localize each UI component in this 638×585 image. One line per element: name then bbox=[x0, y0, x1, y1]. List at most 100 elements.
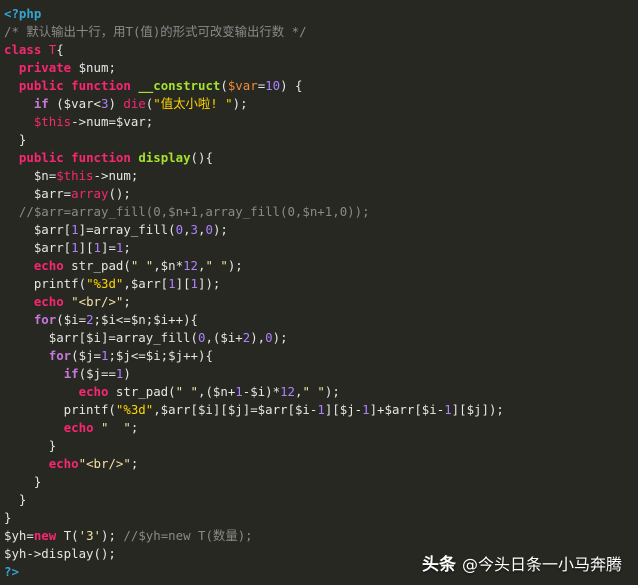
code-token: 1 bbox=[362, 402, 370, 417]
code-line: $yh=new T('3'); //$yh=new T(数量); bbox=[4, 527, 634, 545]
code-token: ; bbox=[123, 240, 131, 255]
code-token: $arr[ bbox=[4, 240, 72, 255]
code-token: ->num; bbox=[93, 168, 139, 183]
code-line: $arr=array(); bbox=[4, 185, 634, 203]
code-token: } bbox=[4, 510, 12, 525]
code-token: 1 bbox=[71, 222, 79, 237]
code-token: $var bbox=[227, 78, 258, 93]
code-token: echo bbox=[48, 456, 79, 471]
code-token: 12 bbox=[280, 384, 295, 399]
code-line: } bbox=[4, 491, 634, 509]
code-token: $this bbox=[33, 114, 72, 129]
code-token: $num; bbox=[71, 60, 116, 75]
code-token: ->num=$var; bbox=[71, 114, 154, 129]
code-token: } bbox=[4, 492, 27, 507]
code-token: ($j== bbox=[78, 366, 116, 381]
code-token: new bbox=[33, 528, 57, 543]
code-token: ; bbox=[130, 456, 139, 471]
code-token: printf( bbox=[4, 276, 87, 291]
code-token: class bbox=[4, 42, 42, 57]
code-line: for($j=1;$j<=$i;$j++){ bbox=[4, 347, 634, 365]
code-token: public bbox=[18, 150, 64, 165]
code-token: private bbox=[18, 60, 72, 75]
code-line: $n=$this->num; bbox=[4, 167, 634, 185]
code-line: private $num; bbox=[4, 59, 634, 77]
code-token: 1 bbox=[317, 402, 325, 417]
code-token: $yh->display(); bbox=[4, 546, 116, 561]
code-token: function bbox=[71, 150, 131, 165]
code-token: ?> bbox=[4, 564, 19, 579]
code-token: ); bbox=[227, 258, 243, 273]
code-token: /* 默认输出十行，用T(值)的形式可改变输出行数 */ bbox=[4, 24, 307, 39]
code-token: "%3d" bbox=[115, 402, 154, 417]
code-token: (); bbox=[108, 186, 131, 201]
code-token: ); bbox=[324, 384, 340, 399]
code-token: 0 bbox=[205, 222, 213, 237]
code-token: " " bbox=[175, 384, 198, 399]
code-token: " " bbox=[302, 384, 325, 399]
code-token: (){ bbox=[190, 150, 213, 165]
code-token: for bbox=[33, 312, 57, 327]
code-token: } bbox=[4, 438, 57, 453]
code-token: $arr= bbox=[4, 186, 72, 201]
code-line: if($j==1) bbox=[4, 365, 634, 383]
code-token: $this bbox=[56, 168, 94, 183]
code-token: array bbox=[71, 186, 109, 201]
code-line: $this->num=$var; bbox=[4, 113, 634, 131]
code-token: "<br/>" bbox=[78, 456, 131, 471]
code-line: //$arr=array_fill(0,$n+1,array_fill(0,$n… bbox=[4, 203, 634, 221]
code-line: printf("%3d",$arr[1][1]); bbox=[4, 275, 634, 293]
code-token: 1 bbox=[235, 384, 243, 399]
code-line: } bbox=[4, 437, 634, 455]
code-token: T( bbox=[56, 528, 79, 543]
code-token: ][$j]); bbox=[451, 402, 504, 417]
code-line: /* 默认输出十行，用T(值)的形式可改变输出行数 */ bbox=[4, 23, 634, 41]
code-token: display bbox=[138, 150, 191, 165]
code-line: echo " "; bbox=[4, 419, 634, 437]
code-line: echo"<br/>"; bbox=[4, 455, 634, 473]
code-line: $arr[1][1]=1; bbox=[4, 239, 634, 257]
code-token: ;$j<=$i;$j++){ bbox=[108, 348, 213, 363]
code-line: <?php bbox=[4, 5, 634, 23]
code-line: echo str_pad(" ",$n*12," "); bbox=[4, 257, 634, 275]
code-line: class T{ bbox=[4, 41, 634, 59]
code-token: ); bbox=[232, 96, 248, 111]
code-editor[interactable]: <?php /* 默认输出十行，用T(值)的形式可改变输出行数 */ class T… bbox=[4, 5, 634, 581]
code-token: 3 bbox=[190, 222, 198, 237]
code-token: ($j= bbox=[71, 348, 101, 363]
code-token: function bbox=[71, 78, 131, 93]
code-line: for($i=2;$i<=$n;$i++){ bbox=[4, 311, 634, 329]
code-token: ); bbox=[272, 330, 288, 345]
code-token: ;$i<=$n;$i++){ bbox=[93, 312, 198, 327]
code-token: ,$arr[$i][$j]=$arr[$i- bbox=[153, 402, 318, 417]
watermark-handle: @今头日条一小马奔腾 bbox=[461, 554, 622, 574]
code-token: -$i)* bbox=[242, 384, 281, 399]
code-token: str_pad( bbox=[108, 384, 176, 399]
code-line: echo str_pad(" ",($n+1-$i)*12," "); bbox=[4, 383, 634, 401]
code-token: 0 bbox=[175, 222, 184, 237]
code-token: __construct bbox=[138, 78, 221, 93]
code-token: ]+$arr[$i- bbox=[369, 402, 445, 417]
code-token: " " bbox=[205, 258, 228, 273]
code-token: ($var< bbox=[48, 96, 101, 111]
code-token: ]=array_fill( bbox=[78, 222, 176, 237]
code-token: 1 bbox=[93, 240, 101, 255]
code-token: //$arr=array_fill(0,$n+1,array_fill(0,$n… bbox=[4, 204, 370, 219]
code-token: , bbox=[183, 222, 191, 237]
code-token: 0 bbox=[265, 330, 273, 345]
code-token: for bbox=[48, 348, 72, 363]
code-token: '3' bbox=[78, 528, 102, 543]
code-token: 12 bbox=[183, 258, 198, 273]
code-token: " " bbox=[130, 258, 154, 273]
